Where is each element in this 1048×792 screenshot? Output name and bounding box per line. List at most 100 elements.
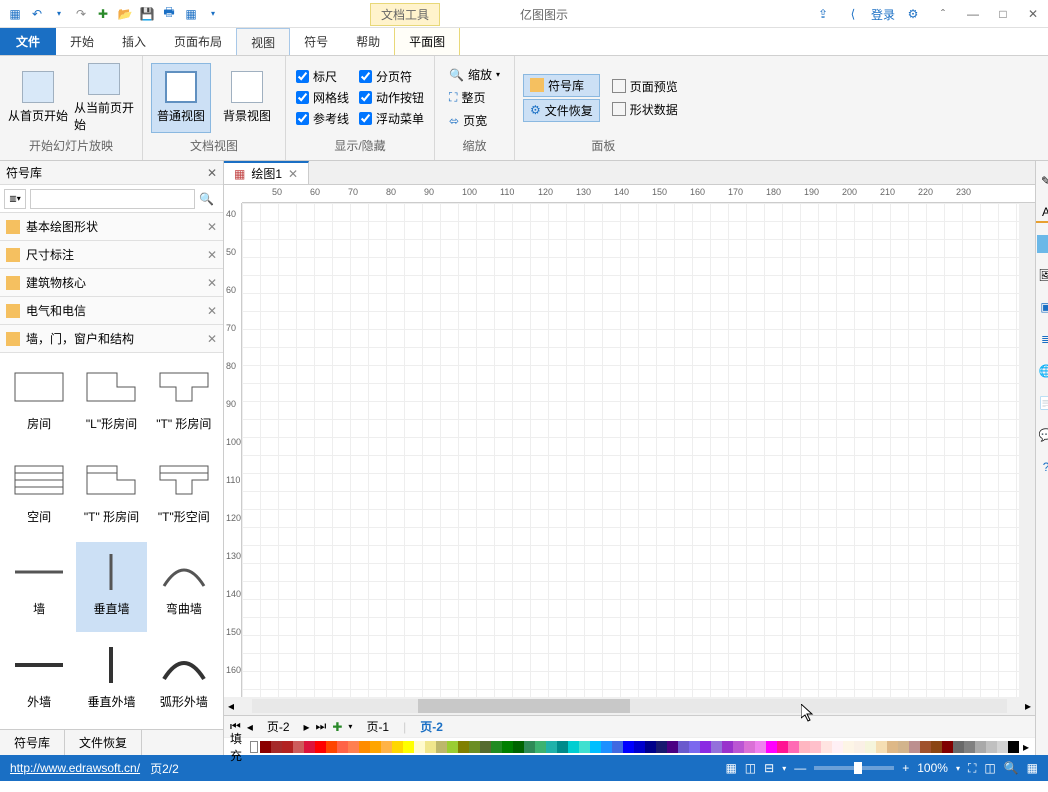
fit-width-button[interactable]: ⬄页宽	[443, 110, 506, 131]
search-icon[interactable]: 🔍	[199, 192, 219, 206]
check-page-break[interactable]: 分页符	[359, 68, 424, 85]
library-category[interactable]: 墙，门，窗户和结构✕	[0, 325, 223, 353]
help-icon[interactable]: ?	[1036, 457, 1048, 477]
document-tab-close-icon[interactable]: ✕	[288, 167, 298, 181]
page-icon[interactable]: ≣	[1036, 329, 1048, 349]
color-swatch[interactable]	[502, 741, 513, 753]
canvas[interactable]	[242, 203, 1019, 697]
fit-icon-1[interactable]: ⛶	[968, 761, 976, 776]
check-ruler[interactable]: 标尺	[296, 68, 349, 85]
color-swatch[interactable]	[997, 741, 1008, 753]
color-swatch[interactable]	[722, 741, 733, 753]
color-swatch[interactable]	[271, 741, 282, 753]
color-swatch[interactable]	[557, 741, 568, 753]
export-icon[interactable]: ▦	[182, 5, 200, 23]
close-icon[interactable]: ✕	[1018, 0, 1048, 28]
comment-icon[interactable]: 💬	[1036, 425, 1048, 445]
color-swatch[interactable]	[293, 741, 304, 753]
undo-icon[interactable]: ↶	[28, 5, 46, 23]
color-swatch[interactable]	[436, 741, 447, 753]
menu-context-floor-plan[interactable]: 平面图	[394, 28, 460, 55]
slide-from-current-button[interactable]: 从当前页开始	[74, 63, 134, 133]
qat-dropdown-icon[interactable]: ▾	[204, 5, 222, 23]
color-swatch[interactable]	[953, 741, 964, 753]
library-category[interactable]: 尺寸标注✕	[0, 241, 223, 269]
shape-item[interactable]: 弧形外墙	[149, 635, 219, 725]
check-action-btn[interactable]: 动作按钮	[359, 89, 424, 106]
color-swatch[interactable]	[788, 741, 799, 753]
shape-format-icon[interactable]: ✎	[1036, 171, 1048, 191]
document-tab[interactable]: ▦ 绘图1 ✕	[224, 161, 309, 184]
category-close-icon[interactable]: ✕	[207, 304, 217, 318]
print-icon[interactable]: 🖶	[160, 5, 178, 23]
category-close-icon[interactable]: ✕	[207, 220, 217, 234]
color-swatch[interactable]	[590, 741, 601, 753]
color-swatch[interactable]	[975, 741, 986, 753]
check-float-menu[interactable]: 浮动菜单	[359, 110, 424, 127]
color-swatch[interactable]	[403, 741, 414, 753]
menu-layout[interactable]: 页面布局	[160, 28, 236, 55]
menu-view[interactable]: 视图	[236, 28, 290, 55]
shape-item[interactable]: "T" 形房间	[76, 450, 146, 540]
category-close-icon[interactable]: ✕	[207, 332, 217, 346]
open-icon[interactable]: 📂	[116, 5, 134, 23]
no-fill-icon[interactable]	[250, 741, 258, 753]
library-tab-recovery[interactable]: 文件恢复	[65, 730, 142, 755]
shape-item[interactable]: "L"形房间	[76, 357, 146, 447]
color-swatch[interactable]	[821, 741, 832, 753]
category-close-icon[interactable]: ✕	[207, 276, 217, 290]
status-url[interactable]: http://www.edrawsoft.cn/	[10, 761, 140, 775]
color-swatch[interactable]	[964, 741, 975, 753]
color-swatch[interactable]	[799, 741, 810, 753]
view-mode-3-icon[interactable]: ⊟	[764, 761, 774, 775]
view-dropdown-icon[interactable]: ▾	[782, 764, 786, 773]
color-swatch[interactable]	[656, 741, 667, 753]
color-swatch[interactable]	[678, 741, 689, 753]
color-swatch[interactable]	[579, 741, 590, 753]
collapse-ribbon-icon[interactable]: ˆ	[928, 0, 958, 28]
color-swatch[interactable]	[480, 741, 491, 753]
undo-dropdown-icon[interactable]: ▾	[50, 5, 68, 23]
color-swatch[interactable]	[304, 741, 315, 753]
color-swatch[interactable]	[711, 741, 722, 753]
color-swatch[interactable]	[865, 741, 876, 753]
color-swatch[interactable]	[546, 741, 557, 753]
color-swatch[interactable]	[447, 741, 458, 753]
color-swatch[interactable]	[645, 741, 656, 753]
color-swatch[interactable]	[766, 741, 777, 753]
menu-symbol[interactable]: 符号	[290, 28, 342, 55]
minimize-icon[interactable]: —	[958, 0, 988, 28]
shape-item[interactable]: "T" 形房间	[149, 357, 219, 447]
fit-icon-3[interactable]: 🔍	[1004, 761, 1019, 775]
scrollbar-horizontal[interactable]: ◂ ▸	[224, 697, 1035, 715]
page-preview-button[interactable]: 页面预览	[606, 76, 684, 97]
color-swatch[interactable]	[359, 741, 370, 753]
color-swatch[interactable]	[898, 741, 909, 753]
page-tab-2[interactable]: 页-2	[412, 718, 451, 735]
color-swatch[interactable]	[568, 741, 579, 753]
color-swatch[interactable]	[623, 741, 634, 753]
color-swatch[interactable]	[601, 741, 612, 753]
color-swatch[interactable]	[810, 741, 821, 753]
library-category[interactable]: 基本绘图形状✕	[0, 213, 223, 241]
social-icon[interactable]: ⟨	[838, 0, 868, 28]
page-tab-1[interactable]: 页-1	[358, 718, 397, 735]
shape-item[interactable]: 墙	[4, 542, 74, 632]
color-swatch[interactable]	[854, 741, 865, 753]
shape-item[interactable]: 空间	[4, 450, 74, 540]
new-icon[interactable]: ✚	[94, 5, 112, 23]
library-search-input[interactable]	[30, 189, 195, 209]
color-swatch[interactable]	[513, 741, 524, 753]
zoom-in-icon[interactable]: +	[902, 761, 909, 775]
color-swatch[interactable]	[755, 741, 766, 753]
share-icon[interactable]: ⇪	[808, 0, 838, 28]
save-icon[interactable]: 💾	[138, 5, 156, 23]
shape-item[interactable]: 外墙	[4, 635, 74, 725]
color-swatch[interactable]	[986, 741, 997, 753]
settings-icon[interactable]: ⚙	[898, 0, 928, 28]
normal-view-button[interactable]: 普通视图	[151, 63, 211, 133]
check-guides[interactable]: 参考线	[296, 110, 349, 127]
fit-icon-4[interactable]: ▦	[1027, 761, 1038, 775]
theme-icon[interactable]	[1037, 235, 1048, 253]
slide-from-first-button[interactable]: 从首页开始	[8, 63, 68, 133]
